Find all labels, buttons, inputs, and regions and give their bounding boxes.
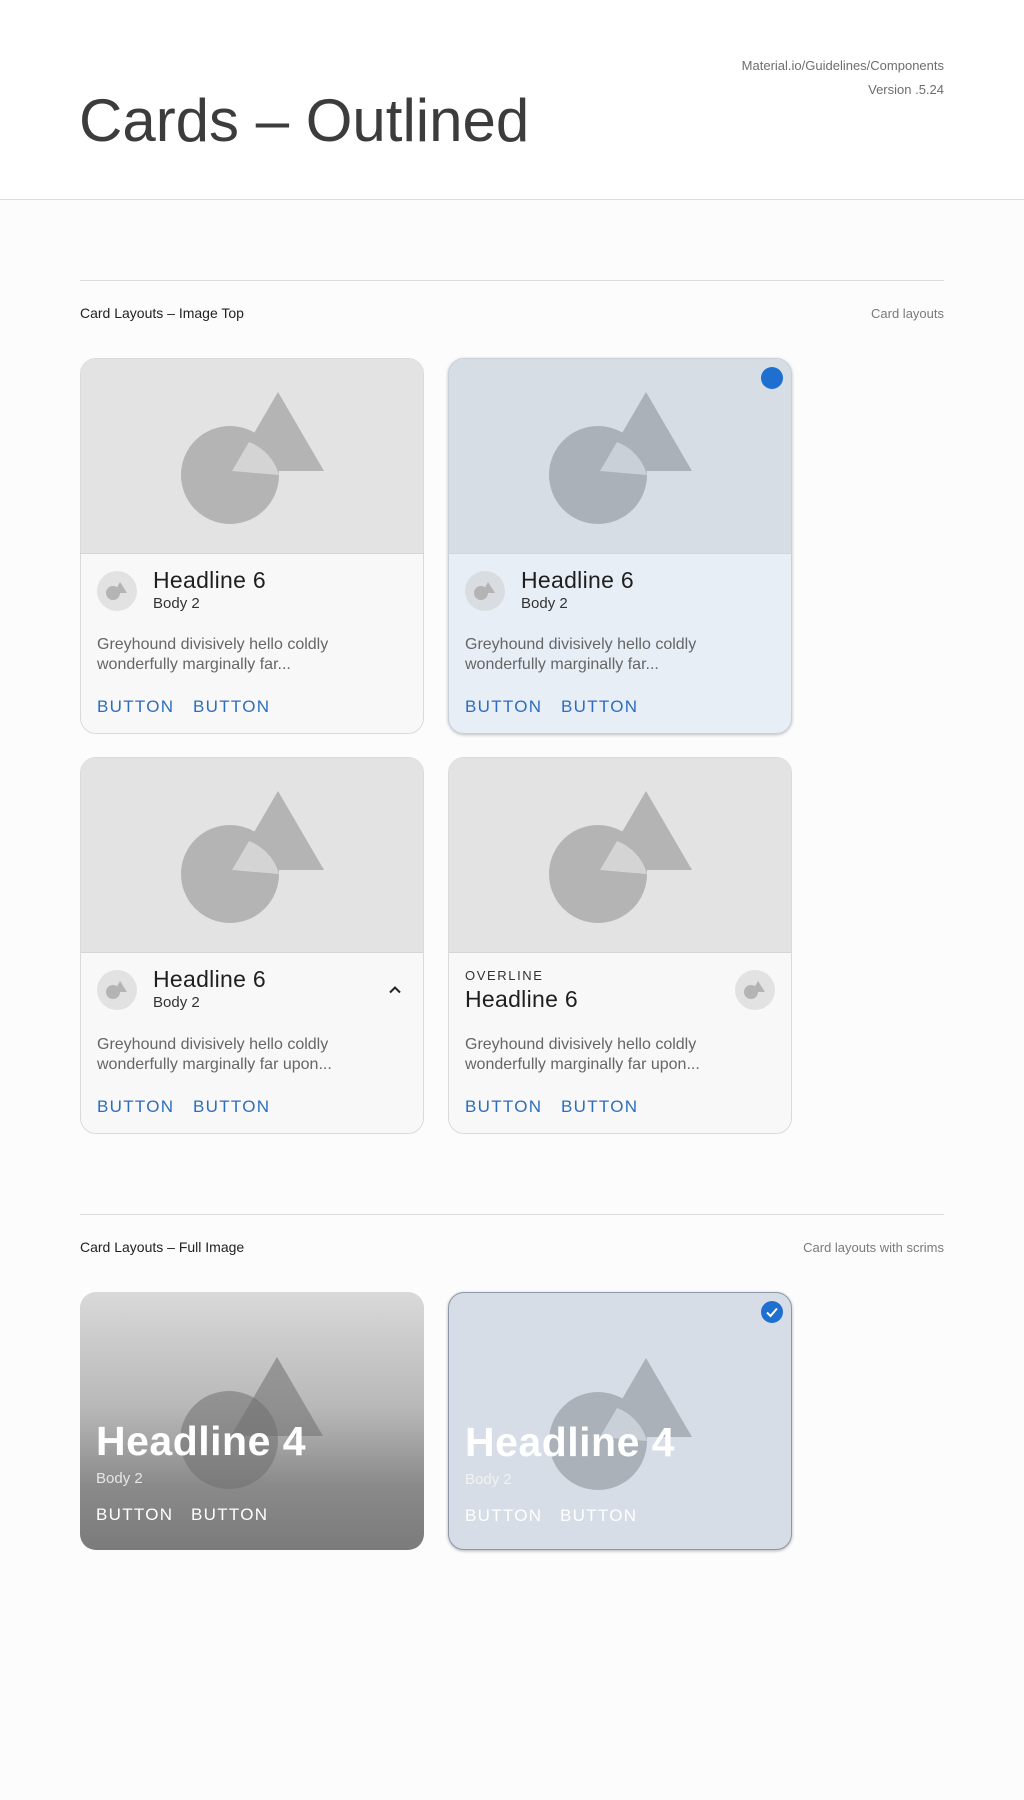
shapes-icon bbox=[474, 582, 495, 600]
card-button-2[interactable]: BUTTON bbox=[561, 1097, 638, 1117]
section-divider bbox=[80, 1214, 944, 1215]
card-supporting-text: Greyhound divisively hello coldly wonder… bbox=[465, 1036, 700, 1073]
card-button-2[interactable]: BUTTON bbox=[193, 1097, 270, 1117]
section-title: Card Layouts – Image Top bbox=[80, 305, 244, 321]
version-info: Material.io/Guidelines/Components Versio… bbox=[742, 54, 944, 102]
card-supporting-text: Greyhound divisively hello coldly wonder… bbox=[465, 636, 697, 673]
avatar bbox=[465, 571, 505, 611]
shapes-icon bbox=[181, 791, 324, 923]
card-button-2[interactable]: BUTTON bbox=[191, 1505, 268, 1525]
check-circle-icon[interactable] bbox=[761, 1301, 783, 1323]
card-body: Body 2 bbox=[96, 1470, 143, 1487]
shapes-icon bbox=[181, 392, 324, 524]
card-headline: Headline 6 bbox=[465, 986, 578, 1012]
chevron-up-icon[interactable] bbox=[383, 978, 407, 1002]
card-media bbox=[449, 359, 791, 554]
shapes-icon bbox=[549, 791, 692, 923]
card-image-top-selected[interactable]: Headline 6 Body 2 Greyhound divisively h… bbox=[448, 358, 792, 734]
page-title: Cards – Outlined bbox=[79, 87, 530, 154]
card-headline: Headline 6 bbox=[153, 966, 266, 992]
guidelines-path: Material.io/Guidelines/Components bbox=[741, 58, 944, 73]
shapes-icon bbox=[106, 582, 127, 600]
avatar bbox=[97, 571, 137, 611]
card-body: Body 2 bbox=[153, 595, 200, 612]
section-divider bbox=[80, 280, 944, 281]
card-button-1[interactable]: BUTTON bbox=[465, 1097, 542, 1117]
card-image-top-overline[interactable]: OVERLINE Headline 6 Greyhound divisively… bbox=[448, 757, 792, 1134]
avatar bbox=[97, 970, 137, 1010]
section-subtitle: Card layouts with scrims bbox=[803, 1240, 944, 1255]
section-title: Card Layouts – Full Image bbox=[80, 1239, 245, 1255]
card-button-2[interactable]: BUTTON bbox=[561, 697, 638, 717]
card-headline: Headline 4 bbox=[465, 1419, 676, 1465]
card-button-1[interactable]: BUTTON bbox=[465, 1506, 542, 1526]
card-image-top-expandable[interactable]: Headline 6 Body 2 Greyhound divisively h… bbox=[80, 757, 424, 1134]
card-body: Body 2 bbox=[465, 1471, 512, 1488]
card-media bbox=[81, 758, 423, 953]
avatar bbox=[735, 970, 775, 1010]
card-media bbox=[81, 359, 423, 554]
card-button-1[interactable]: BUTTON bbox=[465, 697, 542, 717]
card-media bbox=[449, 758, 791, 953]
card-button-1[interactable]: BUTTON bbox=[97, 1097, 174, 1117]
shapes-icon bbox=[549, 392, 692, 524]
card-body: Body 2 bbox=[521, 595, 568, 612]
card-image-top[interactable]: Headline 6 Body 2 Greyhound divisively h… bbox=[80, 358, 424, 734]
card-full-image-selected[interactable]: Headline 4 Body 2 BUTTON BUTTON bbox=[448, 1292, 792, 1550]
shapes-icon bbox=[106, 981, 127, 999]
card-headline: Headline 6 bbox=[153, 567, 266, 593]
card-headline: Headline 6 bbox=[521, 567, 634, 593]
version-label: Version .5.24 bbox=[868, 82, 944, 97]
card-body: Body 2 bbox=[153, 994, 200, 1011]
card-button-2[interactable]: BUTTON bbox=[560, 1506, 637, 1526]
card-overline: OVERLINE bbox=[465, 968, 544, 983]
section-subtitle: Card layouts bbox=[871, 306, 944, 321]
shapes-icon bbox=[744, 981, 765, 999]
check-circle-icon[interactable] bbox=[761, 367, 783, 389]
card-button-1[interactable]: BUTTON bbox=[96, 1505, 173, 1525]
card-button-2[interactable]: BUTTON bbox=[193, 697, 270, 717]
page-header: Cards – Outlined Material.io/Guidelines/… bbox=[0, 0, 1024, 200]
card-headline: Headline 4 bbox=[96, 1418, 307, 1464]
card-supporting-text: Greyhound divisively hello coldly wonder… bbox=[97, 636, 329, 673]
card-full-image[interactable]: Headline 4 Body 2 BUTTON BUTTON bbox=[80, 1292, 424, 1550]
card-button-1[interactable]: BUTTON bbox=[97, 697, 174, 717]
card-supporting-text: Greyhound divisively hello coldly wonder… bbox=[97, 1036, 332, 1073]
